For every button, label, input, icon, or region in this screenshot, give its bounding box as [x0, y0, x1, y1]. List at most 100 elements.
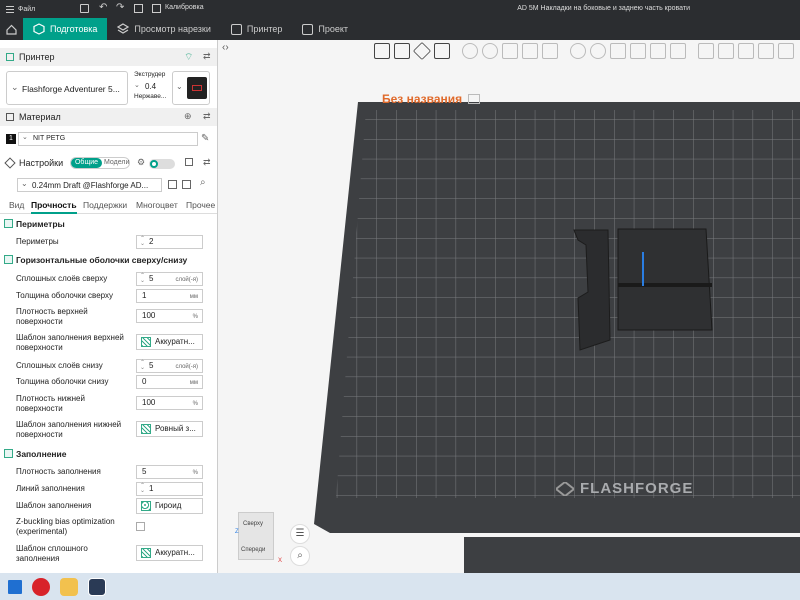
tab-label: Принтер — [246, 24, 283, 34]
subtab-supports[interactable]: Поддержки — [83, 200, 127, 210]
chevron-down-icon: ⌄ — [11, 82, 19, 92]
gyroid-icon — [141, 501, 151, 511]
toggle-models[interactable]: Модели — [104, 159, 129, 166]
save-icon[interactable] — [80, 4, 89, 13]
flashforge-app-icon[interactable] — [88, 577, 106, 596]
bottom-thickness-input[interactable]: 0 мм — [136, 375, 203, 389]
stepper-icon[interactable]: ⌃ ⌄ — [140, 273, 145, 284]
perimeters-input[interactable]: ⌃ ⌄ 2 — [136, 235, 203, 249]
add-material-icon[interactable]: ⊕ — [184, 111, 192, 122]
tab-bar: Подготовка Просмотр нарезки Принтер Прое… — [0, 18, 800, 40]
zoom-icon[interactable]: ⌕ — [290, 546, 310, 566]
row-zbuckling: Z-buckling bias optimization (experiment… — [0, 516, 217, 540]
stepper-icon[interactable]: ⌃ ⌄ — [140, 360, 145, 371]
settings-icon — [4, 157, 16, 169]
view-cube[interactable]: Сверху Спереди — [238, 512, 274, 560]
printer-image-box[interactable]: ⌄ — [172, 71, 210, 105]
stepper-icon[interactable]: ⌃ ⌄ — [140, 483, 145, 494]
tab-slice-preview[interactable]: Просмотр нарезки — [107, 18, 220, 40]
unit-label: слой(-я) — [175, 277, 199, 283]
tab-home[interactable] — [0, 18, 23, 40]
tab-printer[interactable]: Принтер — [221, 18, 293, 40]
param-value: 1 — [149, 484, 154, 493]
edit-material-icon[interactable]: ✎ — [201, 133, 209, 144]
row-bottom-pattern: Шаблон заполнения нижней поверхности Ров… — [0, 419, 217, 443]
wifi-icon[interactable]: ⌔ — [184, 51, 193, 64]
compare-icon[interactable]: ⇄ — [203, 157, 211, 168]
param-label: Сплошных слоёв сверху — [16, 274, 108, 283]
printer-section-header: Принтер ⌔ ⇄ — [0, 48, 217, 66]
list-view-icon[interactable]: ☰ — [290, 524, 310, 544]
yandex-browser-icon[interactable] — [32, 577, 50, 596]
printer-thumbnail — [187, 77, 207, 99]
material-settings-icon[interactable]: ⇄ — [203, 111, 211, 122]
bottom-pattern-dropdown[interactable]: Ровный з... — [136, 421, 203, 437]
unit-label: % — [192, 470, 198, 476]
redo-icon[interactable]: ↷ — [116, 2, 124, 13]
infill-pattern-dropdown[interactable]: Гироид — [136, 498, 203, 514]
menu-file[interactable]: Файл — [6, 5, 35, 13]
flashforge-logo-icon — [556, 481, 574, 496]
remove-profile-icon[interactable] — [182, 180, 191, 189]
windows-start-icon[interactable] — [8, 579, 22, 594]
axis-z-label: Z — [235, 529, 239, 535]
edit-plate-name-icon[interactable] — [468, 94, 481, 104]
layout-icon[interactable] — [134, 4, 143, 13]
toggle-common[interactable]: Общие — [71, 158, 102, 168]
bottom-layers-input[interactable]: ⌃ ⌄ 5 слой(-я) — [136, 359, 203, 373]
printer-selector[interactable]: ⌄ Flashforge Adventurer 5... — [6, 71, 128, 105]
param-value: 5 — [142, 467, 147, 476]
stepper-icon[interactable]: ⌃ ⌄ — [140, 236, 145, 247]
plate-name-area[interactable]: Без названия — [382, 92, 481, 106]
param-label: Толщина оболочки снизу — [16, 377, 109, 386]
search-icon[interactable]: ⌕ — [200, 177, 206, 188]
extruder-box[interactable]: Экструдер ⌄ 0.4 Нержаве... — [132, 71, 170, 105]
settings-subtabs: Вид Прочность Поддержки Многоцвет Прочее — [0, 198, 217, 214]
tab-label: Подготовка — [50, 24, 98, 34]
file-explorer-icon[interactable] — [60, 577, 78, 596]
printer-section-icon — [6, 53, 14, 61]
infill-density-input[interactable]: 5% — [136, 465, 203, 479]
top-thickness-input[interactable]: 1 мм — [136, 289, 203, 303]
scope-toggle[interactable]: Общие Модели — [70, 157, 130, 169]
infill-lines-input[interactable]: ⌃ ⌄ 1 — [136, 482, 203, 496]
advanced-toggle[interactable] — [149, 159, 175, 169]
top-layers-input[interactable]: ⌃ ⌄ 5 слой(-я) — [136, 272, 203, 286]
tab-prepare[interactable]: Подготовка — [23, 18, 108, 40]
pattern-icon — [141, 548, 151, 558]
solid-pattern-dropdown[interactable]: Аккуратн... — [136, 545, 203, 561]
printer-settings-icon[interactable]: ⇄ — [203, 51, 211, 62]
bottom-density-input[interactable]: 100% — [136, 396, 203, 410]
view-front-label[interactable]: Спереди — [241, 547, 265, 553]
table-icon[interactable] — [185, 158, 193, 166]
subtab-strength[interactable]: Прочность — [31, 200, 77, 214]
param-label: Шаблон заполнения верхней поверхности — [16, 333, 124, 352]
material-selector[interactable]: ⌄ NIT PETG — [18, 132, 198, 146]
view-top-label[interactable]: Сверху — [243, 521, 263, 527]
unit-label: % — [192, 314, 198, 320]
top-pattern-dropdown[interactable]: Аккуратн... — [136, 334, 203, 350]
calibration-menu[interactable]: Калибровка — [152, 4, 204, 13]
profile-selector[interactable]: ⌄ 0.24mm Draft @Flashforge AD... — [17, 178, 162, 192]
extruder-label: Экструдер — [134, 71, 166, 78]
param-label: Плотность верхней поверхности — [16, 307, 88, 326]
subtab-other[interactable]: Прочее — [186, 200, 215, 210]
group-icon — [4, 449, 13, 458]
chevron-down-icon: ⌄ — [176, 82, 183, 91]
material-slot[interactable]: 1 — [6, 134, 16, 144]
row-infill-density: Плотность заполнения 5% — [0, 464, 217, 480]
subtab-multicolor[interactable]: Многоцвет — [136, 200, 178, 210]
top-density-input[interactable]: 100% — [136, 309, 203, 323]
param-value: Ровный з... — [155, 424, 196, 433]
zbuckling-checkbox[interactable] — [136, 522, 145, 531]
undo-icon[interactable]: ↶ — [99, 2, 107, 13]
param-value: Аккуратн... — [155, 337, 195, 346]
row-top-thickness: Толщина оболочки сверху 1 мм — [0, 288, 217, 304]
advanced-icon[interactable]: ⚙ — [137, 157, 145, 168]
group-perimeters: Периметры — [0, 217, 217, 231]
3d-viewport[interactable]: ‹› Без названия FLASHFORGE Сверху Сперед… — [218, 40, 800, 573]
group-icon — [4, 219, 13, 228]
tab-project[interactable]: Проект — [292, 18, 358, 40]
subtab-view[interactable]: Вид — [9, 200, 24, 210]
save-profile-icon[interactable] — [168, 180, 177, 189]
